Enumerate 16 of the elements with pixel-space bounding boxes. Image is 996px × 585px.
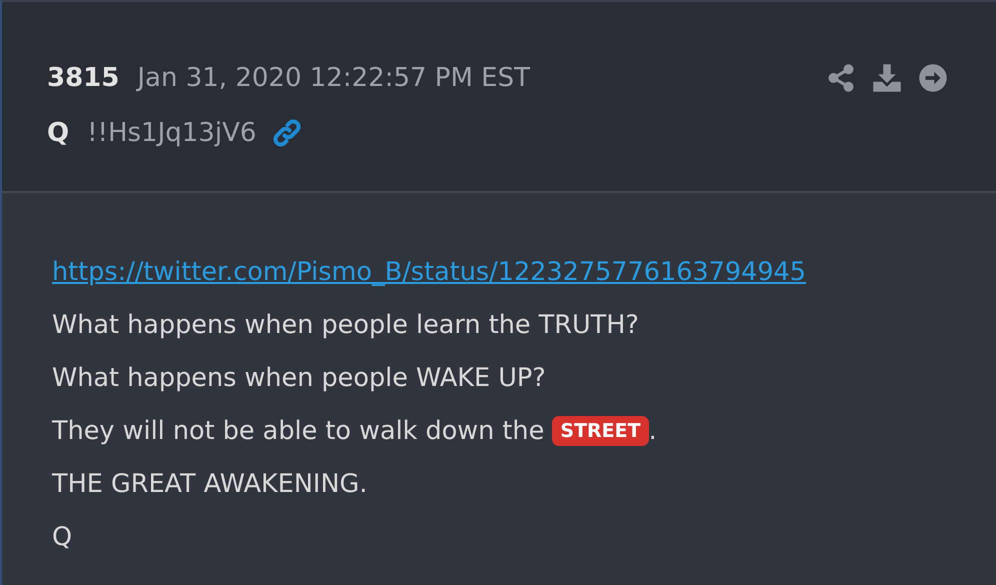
share-icon[interactable] [826,62,856,92]
post-text: They will not be able to walk down the [52,416,546,446]
download-icon[interactable] [872,62,902,92]
post-text: Q [52,522,72,552]
post-text: What happens when people WAKE UP? [52,362,546,392]
post-date: Jan 31, 2020 12:22:57 PM EST [137,62,530,92]
post-text: What happens when people learn the TRUTH? [52,310,639,340]
author-name: Q [47,118,70,148]
post-text: THE GREAT AWAKENING. [52,468,368,498]
post-number: 3815 [47,62,120,92]
post-text: . [648,416,657,446]
arrow-circle-icon[interactable] [918,62,948,92]
highlight-tag: STREET [552,416,649,446]
tweet-link[interactable]: https://twitter.com/Pismo_B/status/1223275776163794945 [52,256,806,286]
link-icon[interactable] [272,118,302,148]
tripcode: !!Hs1Jq13jV6 [87,118,256,148]
